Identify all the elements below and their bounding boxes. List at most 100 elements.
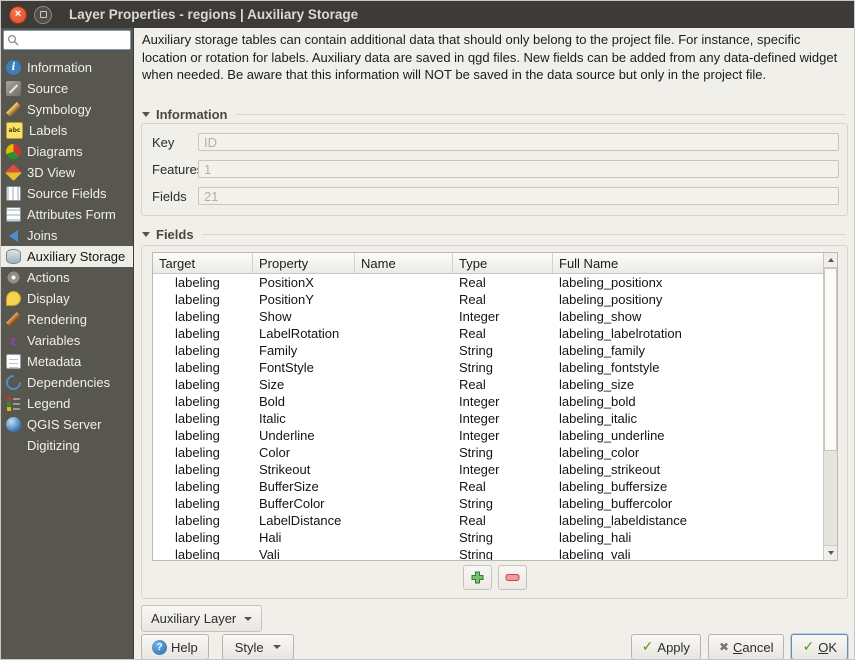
sidebar-item-source[interactable]: Source	[1, 78, 133, 99]
qgis-server-icon	[6, 417, 21, 432]
sidebar-item-label: Legend	[27, 396, 70, 411]
sidebar-item-auxiliary-storage[interactable]: Auxiliary Storage	[1, 246, 133, 267]
layer-properties-dialog: Layer Properties - regions | Auxiliary S…	[0, 0, 855, 660]
column-header-full-name[interactable]: Full Name	[553, 253, 823, 273]
features-label: Features	[152, 162, 198, 177]
table-row[interactable]: labelingBoldIntegerlabeling_bold	[153, 393, 823, 410]
sidebar: Information Source Symbology Labels Diag…	[1, 28, 134, 660]
table-row[interactable]: labelingBufferSizeReallabeling_buffersiz…	[153, 478, 823, 495]
auxiliary-layer-label: Auxiliary Layer	[151, 611, 236, 626]
column-header-type[interactable]: Type	[453, 253, 553, 273]
table-row[interactable]: labelingFamilyStringlabeling_family	[153, 342, 823, 359]
collapse-arrow-icon[interactable]	[142, 232, 150, 237]
scroll-up-icon[interactable]	[824, 253, 837, 268]
fields-count-row: Fields	[152, 187, 839, 205]
sidebar-item-3d-view[interactable]: 3D View	[1, 162, 133, 183]
help-button[interactable]: ? Help	[141, 634, 209, 660]
table-header[interactable]: Target Property Name Type Full Name	[153, 253, 823, 274]
table-row[interactable]: labelingBufferColorStringlabeling_buffer…	[153, 495, 823, 512]
table-row[interactable]: labelingFontStyleStringlabeling_fontstyl…	[153, 359, 823, 376]
window-title: Layer Properties - regions | Auxiliary S…	[69, 7, 358, 22]
table-row[interactable]: labelingColorStringlabeling_color	[153, 444, 823, 461]
minus-icon	[505, 573, 520, 582]
plus-icon	[471, 571, 484, 584]
close-icon[interactable]	[9, 6, 27, 24]
table-row[interactable]: labelingSizeReallabeling_size	[153, 376, 823, 393]
search-input[interactable]	[20, 32, 127, 48]
table-row[interactable]: labelingLabelDistanceReallabeling_labeld…	[153, 512, 823, 529]
ok-button[interactable]: ✓ OK	[791, 634, 848, 660]
sidebar-item-label: Information	[27, 60, 92, 75]
display-icon	[6, 291, 21, 306]
sidebar-item-symbology[interactable]: Symbology	[1, 99, 133, 120]
description-text: Auxiliary storage tables can contain add…	[142, 31, 846, 84]
joins-icon	[6, 228, 21, 243]
sidebar-item-attributes-form[interactable]: Attributes Form	[1, 204, 133, 225]
sidebar-item-display[interactable]: Display	[1, 288, 133, 309]
table-row[interactable]: labelingShowIntegerlabeling_show	[153, 308, 823, 325]
table-row[interactable]: labelingHaliStringlabeling_hali	[153, 529, 823, 546]
sidebar-item-metadata[interactable]: Metadata	[1, 351, 133, 372]
3d-view-icon	[5, 164, 22, 181]
information-icon	[6, 60, 21, 75]
information-group: Key Features Fields	[141, 123, 848, 216]
sidebar-item-label: Joins	[27, 228, 57, 243]
column-header-name[interactable]: Name	[355, 253, 453, 273]
sidebar-item-variables[interactable]: Variables	[1, 330, 133, 351]
sidebar-item-diagrams[interactable]: Diagrams	[1, 141, 133, 162]
information-section-header[interactable]: Information	[142, 106, 846, 122]
table-body: labelingPositionXReallabeling_positionx …	[153, 274, 823, 560]
table-scrollbar[interactable]	[823, 253, 837, 560]
fields-section-header[interactable]: Fields	[142, 226, 846, 242]
table-row[interactable]: labelingPositionYReallabeling_positiony	[153, 291, 823, 308]
apply-button[interactable]: ✓ Apply	[631, 634, 701, 660]
symbology-icon	[6, 102, 21, 117]
column-header-property[interactable]: Property	[253, 253, 355, 273]
column-header-target[interactable]: Target	[153, 253, 253, 273]
scrollbar-track[interactable]	[824, 268, 837, 545]
sidebar-item-label: Digitizing	[27, 438, 80, 453]
sidebar-item-digitizing[interactable]: Digitizing	[1, 435, 133, 456]
fields-count-label: Fields	[152, 189, 198, 204]
sidebar-item-source-fields[interactable]: Source Fields	[1, 183, 133, 204]
sidebar-item-rendering[interactable]: Rendering	[1, 309, 133, 330]
labels-icon	[6, 122, 23, 139]
fields-group: Target Property Name Type Full Name labe…	[141, 245, 848, 599]
sidebar-item-legend[interactable]: Legend	[1, 393, 133, 414]
sidebar-item-information[interactable]: Information	[1, 57, 133, 78]
scroll-down-icon[interactable]	[824, 545, 837, 560]
sidebar-item-dependencies[interactable]: Dependencies	[1, 372, 133, 393]
field-actions	[142, 565, 847, 590]
table-row[interactable]: labelingStrikeoutIntegerlabeling_strikeo…	[153, 461, 823, 478]
table-row[interactable]: labelingLabelRotationReallabeling_labelr…	[153, 325, 823, 342]
sidebar-item-qgis-server[interactable]: QGIS Server	[1, 414, 133, 435]
remove-field-button[interactable]	[498, 565, 527, 590]
sidebar-item-label: Rendering	[27, 312, 87, 327]
table-row[interactable]: labelingUnderlineIntegerlabeling_underli…	[153, 427, 823, 444]
collapse-arrow-icon[interactable]	[142, 112, 150, 117]
attributes-form-icon	[6, 207, 21, 222]
fields-count-field	[198, 187, 839, 205]
sidebar-item-joins[interactable]: Joins	[1, 225, 133, 246]
add-field-button[interactable]	[463, 565, 492, 590]
table-row[interactable]: labelingPositionXReallabeling_positionx	[153, 274, 823, 291]
auxiliary-storage-page: Auxiliary storage tables can contain add…	[134, 28, 854, 660]
auxiliary-layer-button[interactable]: Auxiliary Layer	[141, 605, 262, 632]
sidebar-item-label: Display	[27, 291, 70, 306]
sidebar-item-actions[interactable]: Actions	[1, 267, 133, 288]
divider	[236, 114, 847, 115]
diagrams-icon	[6, 144, 21, 159]
legend-icon	[6, 396, 21, 411]
cancel-button[interactable]: ✖ Cancel	[708, 634, 785, 660]
key-row: Key	[152, 133, 839, 151]
sidebar-item-label: Diagrams	[27, 144, 83, 159]
style-button[interactable]: Style	[222, 634, 294, 660]
scrollbar-thumb[interactable]	[824, 268, 837, 451]
check-icon: ✓	[802, 640, 814, 654]
sidebar-search[interactable]	[3, 30, 131, 50]
sidebar-item-labels[interactable]: Labels	[1, 120, 133, 141]
table-row[interactable]: labelingItalicIntegerlabeling_italic	[153, 410, 823, 427]
sidebar-item-label: Symbology	[27, 102, 91, 117]
maximize-icon[interactable]	[34, 6, 52, 24]
table-row[interactable]: labelingValiStringlabeling_vali	[153, 546, 823, 560]
